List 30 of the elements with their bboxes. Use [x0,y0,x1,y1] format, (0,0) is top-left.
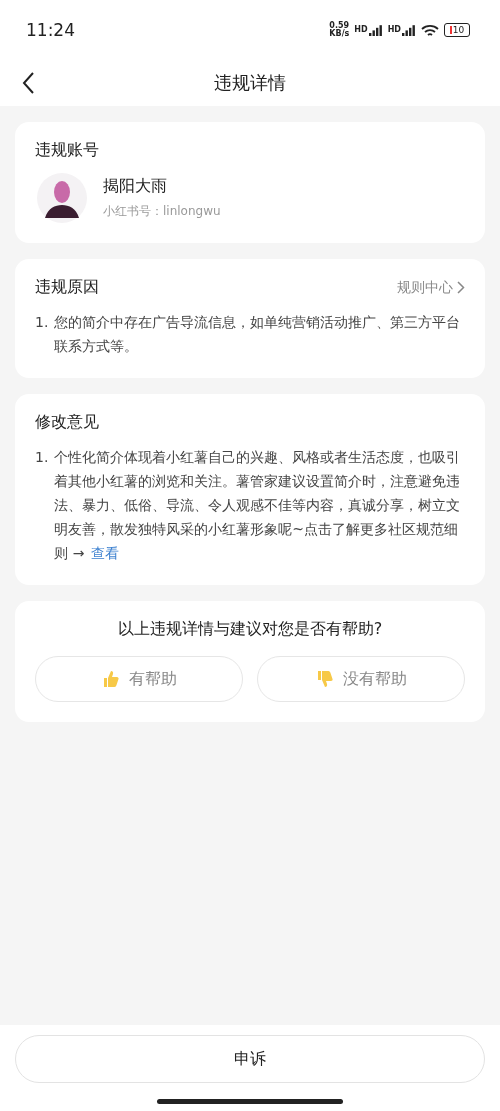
back-icon [21,71,35,95]
chevron-right-icon [457,281,465,294]
user-id: 小红书号：linlongwu [103,203,221,220]
appeal-button[interactable]: 申诉 [15,1035,485,1083]
list-number: 1. [35,448,49,467]
avatar [37,173,87,223]
feedback-button[interactable]: 没有帮助 [257,656,465,702]
hd-label: HD [354,24,368,34]
section-title: 修改意见 [35,412,100,433]
advice-text: 个性化简介体现着小红薯自己的兴趣、风格或者生活态度，也吸引着其他小红薯的浏览和关注。薯管家建议设置简介时，注意避免违法、暴力、低俗、导流、令人观感不佳等内容，真诚分享，树立文明友善，散发独特风采的小红薯形象呢~点击了解更多社区规范细则 → 查看 [54,448,462,563]
signal-icon [368,24,383,36]
thumbs-down-icon [315,669,335,689]
page-title: 违规详情 [214,71,286,95]
view-link[interactable]: 查看 [90,545,119,561]
thumbs-up-icon [101,669,121,689]
section-title: 违规账号 [35,140,100,161]
battery-icon: 10 [444,23,470,37]
clock: 11:24 [26,20,75,40]
user-name: 揭阳大雨 [103,176,168,197]
rules-center-link[interactable]: 规则中心 [397,278,465,297]
reason-text: 您的简介中存在广告导流信息，如单纯营销活动推广、第三方平台联系方式等。 [54,313,462,356]
section-title: 违规原因 [35,277,99,298]
feedback-button[interactable]: 有帮助 [35,656,243,702]
feedback-question: 以上违规详情与建议对您是否有帮助? [116,619,384,640]
network-speed-unit: KB/s [329,30,350,38]
hd-label: HD [387,24,401,34]
wifi-icon [421,23,439,37]
list-number: 1. [35,313,49,332]
signal-icon [402,24,416,36]
network-speed: 0.59 [329,22,350,30]
